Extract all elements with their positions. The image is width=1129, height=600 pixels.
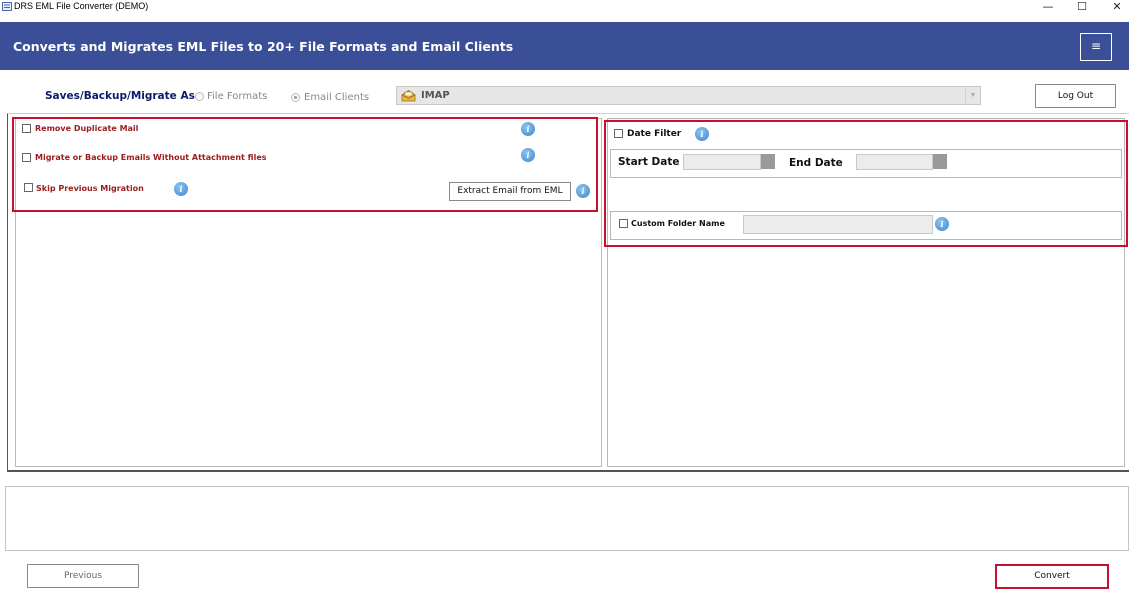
convert-button[interactable]: Convert — [995, 564, 1109, 589]
custom-folder-checkbox[interactable] — [619, 219, 628, 228]
without-attachment-checkbox[interactable] — [22, 153, 31, 162]
close-button[interactable]: ✕ — [1102, 0, 1129, 14]
skip-previous-checkbox[interactable] — [24, 183, 33, 192]
end-date-input[interactable] — [856, 154, 933, 170]
selected-client-text: IMAP — [421, 90, 450, 101]
saves-as-label: Saves/Backup/Migrate As : — [45, 90, 203, 102]
without-attachment-label: Migrate or Backup Emails Without Attachm… — [35, 153, 267, 162]
minimize-button[interactable]: — — [1033, 0, 1063, 14]
info-icon[interactable]: i — [576, 184, 590, 198]
custom-folder-label: Custom Folder Name — [631, 219, 725, 228]
calendar-dropdown-icon[interactable] — [761, 154, 775, 169]
custom-folder-input[interactable] — [743, 215, 933, 234]
email-clients-radio[interactable] — [291, 93, 300, 102]
file-formats-radio[interactable] — [195, 92, 204, 101]
chevron-down-icon[interactable]: ▼ — [965, 87, 980, 104]
hamburger-menu-icon[interactable]: ≡ — [1080, 33, 1112, 61]
window-titlebar: DRS EML File Converter (DEMO) — ☐ ✕ — [0, 0, 1129, 14]
info-icon[interactable]: i — [695, 127, 709, 141]
info-icon[interactable]: i — [521, 148, 535, 162]
previous-button[interactable]: Previous — [27, 564, 139, 588]
mailbox-icon — [401, 90, 416, 102]
extract-email-button[interactable]: Extract Email from EML — [449, 182, 571, 201]
email-client-dropdown[interactable]: IMAP ▼ — [396, 86, 981, 105]
start-date-label: Start Date — [618, 156, 680, 168]
logout-button[interactable]: Log Out — [1035, 84, 1116, 108]
file-formats-label: File Formats — [207, 91, 268, 102]
start-date-input[interactable] — [683, 154, 761, 170]
date-filter-checkbox[interactable] — [614, 129, 623, 138]
skip-previous-label: Skip Previous Migration — [36, 184, 144, 193]
remove-duplicate-label: Remove Duplicate Mail — [35, 124, 139, 133]
window-title: DRS EML File Converter (DEMO) — [14, 1, 149, 11]
log-area — [5, 486, 1129, 551]
date-filter-label: Date Filter — [627, 129, 682, 139]
info-icon[interactable]: i — [935, 217, 949, 231]
remove-duplicate-checkbox[interactable] — [22, 124, 31, 133]
info-icon[interactable]: i — [521, 122, 535, 136]
maximize-button[interactable]: ☐ — [1067, 0, 1097, 14]
email-clients-label: Email Clients — [304, 92, 370, 103]
header-banner: Converts and Migrates EML Files to 20+ F… — [0, 22, 1129, 70]
calendar-dropdown-icon[interactable] — [933, 154, 947, 169]
end-date-label: End Date — [789, 157, 843, 169]
app-icon — [2, 2, 12, 11]
info-icon[interactable]: i — [174, 182, 188, 196]
banner-title: Converts and Migrates EML Files to 20+ F… — [13, 39, 514, 54]
